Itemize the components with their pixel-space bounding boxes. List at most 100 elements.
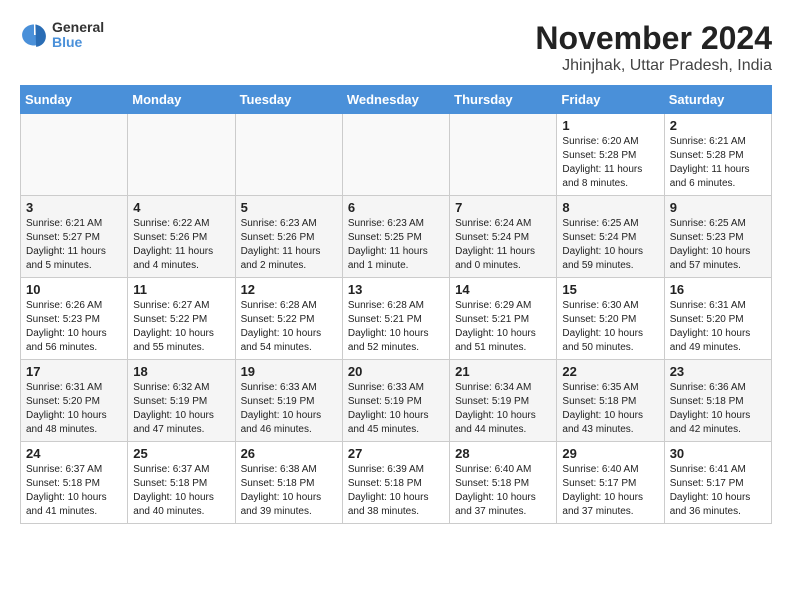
day-info: Sunrise: 6:21 AM Sunset: 5:27 PM Dayligh… — [26, 217, 122, 273]
day-info: Sunrise: 6:31 AM Sunset: 5:20 PM Dayligh… — [670, 299, 766, 355]
weekday-header: Friday — [557, 86, 664, 114]
day-number: 9 — [670, 200, 766, 215]
logo-blue-text: Blue — [52, 35, 104, 50]
day-info: Sunrise: 6:30 AM Sunset: 5:20 PM Dayligh… — [562, 299, 658, 355]
day-number: 26 — [241, 446, 337, 461]
day-info: Sunrise: 6:33 AM Sunset: 5:19 PM Dayligh… — [348, 381, 444, 437]
logo-icon — [20, 21, 48, 49]
day-number: 23 — [670, 364, 766, 379]
calendar-day-cell: 10 Sunrise: 6:26 AM Sunset: 5:23 PM Dayli… — [21, 278, 128, 360]
month-title: November 2024 — [535, 20, 772, 57]
day-info: Sunrise: 6:22 AM Sunset: 5:26 PM Dayligh… — [133, 217, 229, 273]
calendar-day-cell: 16 Sunrise: 6:31 AM Sunset: 5:20 PM Dayli… — [664, 278, 771, 360]
day-number: 22 — [562, 364, 658, 379]
day-number: 24 — [26, 446, 122, 461]
day-number: 3 — [26, 200, 122, 215]
calendar-week-row: 24 Sunrise: 6:37 AM Sunset: 5:18 PM Dayli… — [21, 442, 772, 524]
weekday-header: Monday — [128, 86, 235, 114]
day-info: Sunrise: 6:40 AM Sunset: 5:18 PM Dayligh… — [455, 463, 551, 519]
day-number: 1 — [562, 118, 658, 133]
day-info: Sunrise: 6:40 AM Sunset: 5:17 PM Dayligh… — [562, 463, 658, 519]
day-number: 8 — [562, 200, 658, 215]
day-info: Sunrise: 6:31 AM Sunset: 5:20 PM Dayligh… — [26, 381, 122, 437]
calendar-day-cell: 17 Sunrise: 6:31 AM Sunset: 5:20 PM Dayli… — [21, 360, 128, 442]
calendar-day-cell: 4Sunrise: 6:22 AM Sunset: 5:26 PM Daylig… — [128, 196, 235, 278]
weekday-header: Saturday — [664, 86, 771, 114]
day-info: Sunrise: 6:32 AM Sunset: 5:19 PM Dayligh… — [133, 381, 229, 437]
calendar-day-cell: 5 Sunrise: 6:23 AM Sunset: 5:26 PM Daylig… — [235, 196, 342, 278]
day-info: Sunrise: 6:23 AM Sunset: 5:26 PM Dayligh… — [241, 217, 337, 273]
location-title: Jhinjhak, Uttar Pradesh, India — [535, 57, 772, 75]
day-info: Sunrise: 6:39 AM Sunset: 5:18 PM Dayligh… — [348, 463, 444, 519]
day-info: Sunrise: 6:37 AM Sunset: 5:18 PM Dayligh… — [26, 463, 122, 519]
day-number: 13 — [348, 282, 444, 297]
calendar-day-cell: 27 Sunrise: 6:39 AM Sunset: 5:18 PM Dayli… — [342, 442, 449, 524]
day-number: 7 — [455, 200, 551, 215]
day-number: 27 — [348, 446, 444, 461]
day-info: Sunrise: 6:20 AM Sunset: 5:28 PM Dayligh… — [562, 135, 658, 191]
day-number: 21 — [455, 364, 551, 379]
calendar-day-cell: 9 Sunrise: 6:25 AM Sunset: 5:23 PM Daylig… — [664, 196, 771, 278]
calendar-week-row: 17 Sunrise: 6:31 AM Sunset: 5:20 PM Dayli… — [21, 360, 772, 442]
logo-text: General Blue — [52, 20, 104, 51]
calendar-day-cell: 15 Sunrise: 6:30 AM Sunset: 5:20 PM Dayli… — [557, 278, 664, 360]
day-number: 17 — [26, 364, 122, 379]
day-info: Sunrise: 6:34 AM Sunset: 5:19 PM Dayligh… — [455, 381, 551, 437]
calendar-day-cell: 25 Sunrise: 6:37 AM Sunset: 5:18 PM Dayli… — [128, 442, 235, 524]
calendar-day-cell: 19Sunrise: 6:33 AM Sunset: 5:19 PM Dayli… — [235, 360, 342, 442]
logo-general-text: General — [52, 20, 104, 35]
day-info: Sunrise: 6:23 AM Sunset: 5:25 PM Dayligh… — [348, 217, 444, 273]
weekday-header: Wednesday — [342, 86, 449, 114]
day-info: Sunrise: 6:27 AM Sunset: 5:22 PM Dayligh… — [133, 299, 229, 355]
day-number: 10 — [26, 282, 122, 297]
calendar-day-cell: 22 Sunrise: 6:35 AM Sunset: 5:18 PM Dayli… — [557, 360, 664, 442]
calendar-day-cell: 26 Sunrise: 6:38 AM Sunset: 5:18 PM Dayli… — [235, 442, 342, 524]
calendar-day-cell: 24 Sunrise: 6:37 AM Sunset: 5:18 PM Dayli… — [21, 442, 128, 524]
day-number: 12 — [241, 282, 337, 297]
calendar-week-row: 10 Sunrise: 6:26 AM Sunset: 5:23 PM Dayli… — [21, 278, 772, 360]
day-number: 14 — [455, 282, 551, 297]
day-number: 5 — [241, 200, 337, 215]
day-info: Sunrise: 6:41 AM Sunset: 5:17 PM Dayligh… — [670, 463, 766, 519]
calendar-day-cell: 18 Sunrise: 6:32 AM Sunset: 5:19 PM Dayli… — [128, 360, 235, 442]
day-number: 28 — [455, 446, 551, 461]
calendar-day-cell: 13 Sunrise: 6:28 AM Sunset: 5:21 PM Dayli… — [342, 278, 449, 360]
calendar-day-cell: 14 Sunrise: 6:29 AM Sunset: 5:21 PM Dayli… — [450, 278, 557, 360]
calendar-day-cell: 8Sunrise: 6:25 AM Sunset: 5:24 PM Daylig… — [557, 196, 664, 278]
day-number: 25 — [133, 446, 229, 461]
day-info: Sunrise: 6:26 AM Sunset: 5:23 PM Dayligh… — [26, 299, 122, 355]
day-number: 18 — [133, 364, 229, 379]
day-number: 15 — [562, 282, 658, 297]
calendar-day-cell: 30 Sunrise: 6:41 AM Sunset: 5:17 PM Dayli… — [664, 442, 771, 524]
calendar-day-cell: 1 Sunrise: 6:20 AM Sunset: 5:28 PM Daylig… — [557, 114, 664, 196]
day-number: 6 — [348, 200, 444, 215]
day-number: 11 — [133, 282, 229, 297]
weekday-header: Sunday — [21, 86, 128, 114]
day-info: Sunrise: 6:36 AM Sunset: 5:18 PM Dayligh… — [670, 381, 766, 437]
title-section: November 2024 Jhinjhak, Uttar Pradesh, I… — [535, 20, 772, 75]
day-info: Sunrise: 6:35 AM Sunset: 5:18 PM Dayligh… — [562, 381, 658, 437]
day-info: Sunrise: 6:37 AM Sunset: 5:18 PM Dayligh… — [133, 463, 229, 519]
calendar-day-cell: 6 Sunrise: 6:23 AM Sunset: 5:25 PM Daylig… — [342, 196, 449, 278]
calendar-day-cell — [342, 114, 449, 196]
calendar-day-cell: 28 Sunrise: 6:40 AM Sunset: 5:18 PM Dayli… — [450, 442, 557, 524]
day-info: Sunrise: 6:28 AM Sunset: 5:22 PM Dayligh… — [241, 299, 337, 355]
calendar-day-cell: 29 Sunrise: 6:40 AM Sunset: 5:17 PM Dayli… — [557, 442, 664, 524]
logo: General Blue — [20, 20, 104, 51]
day-info: Sunrise: 6:29 AM Sunset: 5:21 PM Dayligh… — [455, 299, 551, 355]
calendar-day-cell: 2Sunrise: 6:21 AM Sunset: 5:28 PM Daylig… — [664, 114, 771, 196]
calendar-day-cell: 3 Sunrise: 6:21 AM Sunset: 5:27 PM Daylig… — [21, 196, 128, 278]
calendar-day-cell — [450, 114, 557, 196]
day-info: Sunrise: 6:28 AM Sunset: 5:21 PM Dayligh… — [348, 299, 444, 355]
calendar-day-cell: 21 Sunrise: 6:34 AM Sunset: 5:19 PM Dayli… — [450, 360, 557, 442]
day-info: Sunrise: 6:25 AM Sunset: 5:23 PM Dayligh… — [670, 217, 766, 273]
day-number: 29 — [562, 446, 658, 461]
calendar-table: SundayMondayTuesdayWednesdayThursdayFrid… — [20, 85, 772, 524]
calendar-day-cell: 12 Sunrise: 6:28 AM Sunset: 5:22 PM Dayli… — [235, 278, 342, 360]
day-info: Sunrise: 6:38 AM Sunset: 5:18 PM Dayligh… — [241, 463, 337, 519]
calendar-week-row: 1 Sunrise: 6:20 AM Sunset: 5:28 PM Daylig… — [21, 114, 772, 196]
calendar-week-row: 3 Sunrise: 6:21 AM Sunset: 5:27 PM Daylig… — [21, 196, 772, 278]
day-number: 30 — [670, 446, 766, 461]
day-number: 16 — [670, 282, 766, 297]
calendar-day-cell — [235, 114, 342, 196]
